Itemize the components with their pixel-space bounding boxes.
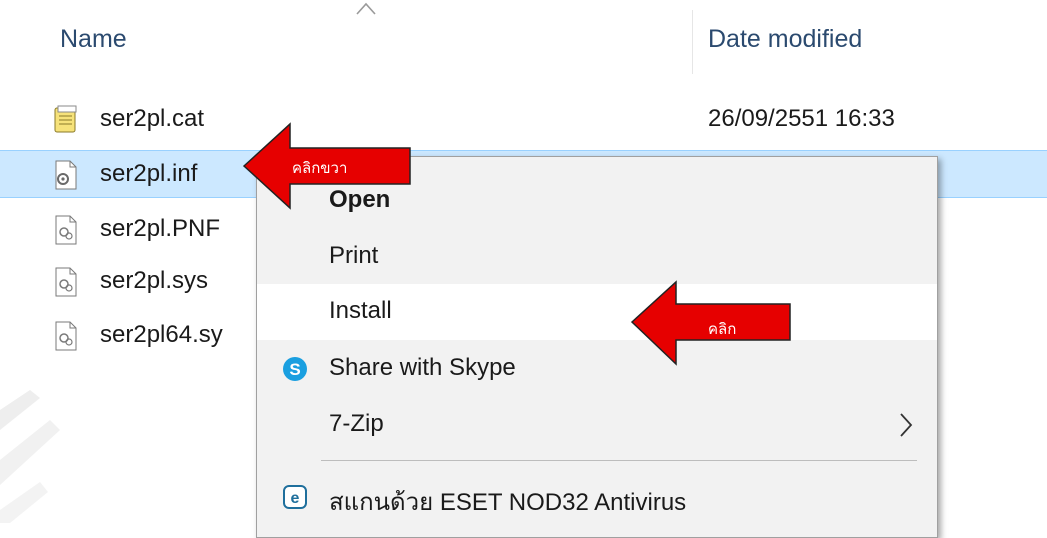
annotation-label-right-click: คลิกขวา: [292, 159, 348, 177]
watermark-decoration: [0, 390, 60, 523]
column-header-name[interactable]: Name: [60, 25, 127, 54]
menu-item-share-with-skype[interactable]: S Share with Skype: [257, 341, 937, 397]
system-file-icon: [55, 215, 77, 245]
menu-item-label: Print: [329, 242, 379, 269]
annotation-label-click: คลิก: [708, 320, 737, 338]
column-header-date-modified[interactable]: Date modified: [708, 25, 862, 54]
menu-item-label: สแกนด้วย ESET NOD32 Antivirus: [329, 489, 687, 516]
system-file-icon: [55, 321, 77, 351]
svg-text:S: S: [289, 360, 300, 379]
menu-item-label: Install: [329, 297, 392, 324]
column-divider[interactable]: [692, 10, 693, 74]
catalog-file-icon: [54, 105, 77, 133]
file-name: ser2pl.inf: [100, 160, 198, 187]
file-name: ser2pl.cat: [100, 105, 205, 132]
menu-item-label: 7-Zip: [329, 410, 384, 437]
menu-separator: [321, 460, 917, 461]
file-name: ser2pl64.sy: [100, 321, 223, 348]
file-row[interactable]: ser2pl.cat 26/09/2551 16:33: [0, 96, 1047, 144]
sort-ascending-icon: [356, 2, 376, 15]
menu-item-eset-scan[interactable]: e สแกนด้วย ESET NOD32 Antivirus: [257, 469, 937, 525]
context-menu: Open Print Install S Share with Skype 7-…: [256, 156, 938, 538]
file-date-modified: 26/09/2551 16:33: [708, 105, 895, 132]
menu-item-label: Share with Skype: [329, 354, 516, 381]
eset-icon: e: [283, 485, 307, 509]
chevron-right-icon: [900, 413, 913, 437]
menu-item-7zip[interactable]: 7-Zip: [257, 397, 937, 453]
skype-icon: S: [283, 357, 307, 381]
setup-information-file-icon: [55, 160, 77, 190]
menu-item-install[interactable]: Install: [257, 284, 937, 340]
svg-text:e: e: [291, 490, 300, 507]
file-name: ser2pl.sys: [100, 267, 209, 294]
file-name: ser2pl.PNF: [100, 215, 221, 242]
menu-item-print[interactable]: Print: [257, 229, 937, 285]
system-file-icon: [55, 267, 77, 297]
